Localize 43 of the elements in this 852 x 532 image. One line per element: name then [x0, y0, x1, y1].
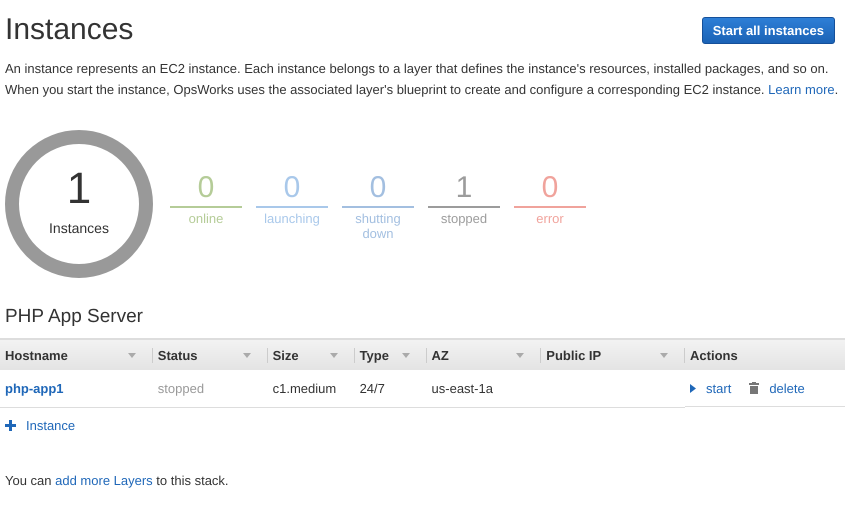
status-label: error: [535, 211, 565, 226]
caret-icon: [516, 352, 524, 358]
total-label: Instances: [49, 220, 109, 236]
table-cell: 24/7: [360, 380, 385, 396]
trash-icon: [749, 382, 760, 394]
status-label: launching: [263, 211, 321, 226]
status-count: 0: [284, 170, 300, 206]
column-header[interactable]: Status: [152, 339, 268, 370]
caret-icon: [402, 352, 410, 358]
action-link[interactable]: start: [706, 380, 732, 396]
add-layers-link[interactable]: add more Layers: [55, 472, 153, 488]
column-header[interactable]: AZ: [426, 339, 542, 370]
status-count: 0: [198, 170, 214, 206]
table-cell: c1.medium: [272, 380, 336, 396]
column-header[interactable]: Actions: [685, 339, 845, 370]
layer-title: PHP App Server: [5, 306, 144, 328]
footer-text: You can add more Layers to this stack.: [5, 472, 230, 488]
caret-icon: [330, 352, 338, 358]
caret-icon: [242, 352, 251, 358]
page-title: Instances: [5, 12, 134, 48]
caret-icon: [128, 352, 136, 358]
status-label: online: [188, 211, 224, 226]
column-header[interactable]: Size: [268, 339, 355, 370]
status-count: 0: [370, 170, 386, 206]
status-count: 1: [456, 170, 472, 206]
status-label: shutting down: [354, 211, 402, 241]
table-cell: stopped: [158, 380, 204, 396]
column-header[interactable]: Type: [354, 339, 427, 370]
hostname-link[interactable]: php-app1: [5, 380, 64, 396]
learn-more-link[interactable]: Learn more: [768, 82, 835, 97]
column-header[interactable]: Hostname: [0, 339, 153, 370]
add-instance-link[interactable]: Instance: [26, 418, 76, 432]
plus-icon: [5, 420, 16, 430]
status-label: stopped: [440, 211, 488, 226]
action-link[interactable]: delete: [769, 380, 805, 396]
column-header[interactable]: Public IP: [541, 339, 686, 370]
status-count: 0: [542, 170, 558, 206]
total-count: 1: [66, 164, 92, 214]
play-icon: [690, 384, 696, 392]
start-all-button[interactable]: Start all instances: [702, 17, 835, 44]
table-cell: us-east-1a: [432, 380, 493, 396]
caret-icon: [660, 352, 668, 358]
intro-paragraph: An instance represents an EC2 instance. Each instance belongs to a layer that defines the instance's resources, installed packages, and so on. When you start the instance, OpsWorks uses the associated layer's blueprint to create and configure a corresponding EC2 instance. Learn more.: [5, 60, 840, 99]
